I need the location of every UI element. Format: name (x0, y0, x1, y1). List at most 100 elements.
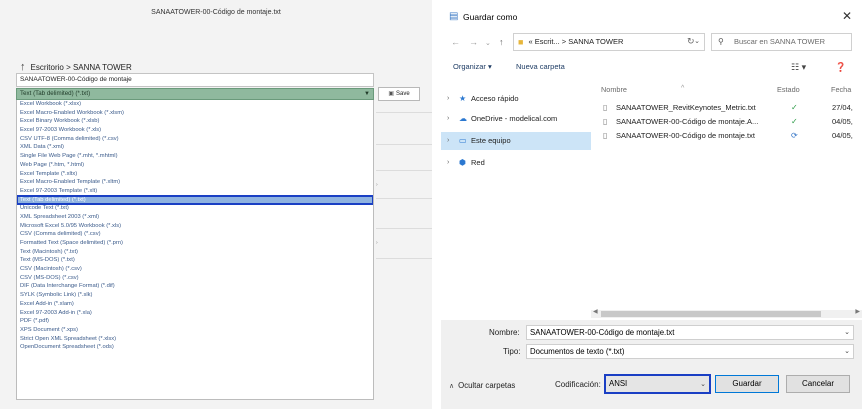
sync-pending-icon: ⟳ (791, 131, 798, 140)
filetype-option-selected[interactable]: Text (Tab delimited) (*.txt) (17, 194, 373, 206)
breadcrumb-path[interactable]: Escritorio > SANNA TOWER (31, 63, 132, 72)
filetype-option[interactable]: XML Spreadsheet 2003 (*.xml) (17, 213, 373, 222)
view-options-icon[interactable]: ☷ ▾ (791, 58, 806, 76)
filetype-dropdown-list[interactable]: Excel Workbook (*.xlsx) Excel Macro-Enabl… (16, 100, 374, 400)
column-status[interactable]: Estado (777, 85, 800, 94)
sort-indicator-icon: ^ (681, 85, 685, 92)
search-input[interactable]: ⚲ Buscar en SANNA TOWER (711, 33, 852, 51)
address-bar[interactable]: ■ « Escrit... > SANNA TOWER ⌄ (513, 33, 705, 51)
file-row[interactable]: ▯ SANAATOWER-00-Código de montaje.A... ✓ 04… (601, 115, 862, 129)
chevron-down-icon[interactable]: ⌄ (694, 34, 700, 50)
nav-item[interactable]: › ★ Acceso rápido (441, 90, 591, 108)
organize-button[interactable]: Organizar ▾ (453, 58, 492, 76)
excel-save-as-panel: SANAATOWER-00-Código de montaje.txt ↑ Es… (0, 0, 432, 409)
close-icon[interactable]: ✕ (842, 9, 852, 23)
filetype-option[interactable]: Excel Workbook (*.xlsx) (17, 100, 373, 109)
filetype-option[interactable]: SYLK (Symbolic Link) (*.slk) (17, 291, 373, 300)
chevron-down-icon[interactable]: ⌄ (700, 377, 706, 393)
filename-field[interactable]: SANAATOWER-00-Código de montaje.txt ⌄ (526, 325, 854, 340)
filetype-option[interactable]: Excel Binary Workbook (*.xlsb) (17, 117, 373, 126)
folder-icon: ■ (518, 37, 524, 47)
filename-input[interactable]: SANAATOWER-00-Código de montaje (16, 73, 374, 87)
nav-item[interactable]: › ⬢ Red (441, 154, 591, 172)
document-title: SANAATOWER-00-Código de montaje.txt (151, 9, 281, 16)
divider (376, 258, 432, 259)
refresh-icon[interactable]: ↻ (687, 36, 695, 47)
encoding-select[interactable]: ANSI ⌄ (604, 374, 711, 394)
filetype-option[interactable]: Excel Add-in (*.xlam) (17, 300, 373, 309)
dialog-title: Guardar como (463, 12, 518, 22)
save-button[interactable]: ▣ Save (378, 87, 420, 101)
filetype-option[interactable]: Single File Web Page (*.mht, *.mhtml) (17, 152, 373, 161)
horizontal-scrollbar[interactable]: ◀ ▶ (591, 308, 862, 318)
column-date[interactable]: Fecha (831, 85, 851, 94)
filetype-option[interactable]: XPS Document (*.xps) (17, 326, 373, 335)
save-as-dialog: ▤ Guardar como ✕ ← → ⌄ ↑ ■ « Escrit... >… (441, 0, 862, 409)
nav-item-label: Red (471, 158, 485, 167)
divider (376, 112, 432, 113)
nav-item-label: Este equipo (471, 136, 511, 145)
search-placeholder: Buscar en SANNA TOWER (734, 37, 826, 46)
text-file-icon: ▯ (603, 103, 608, 112)
overflow-mark: › (376, 240, 378, 246)
cloud-icon: ☁ (459, 114, 467, 123)
chevron-down-icon[interactable]: ⌄ (844, 326, 850, 339)
forward-arrow-icon[interactable]: → (469, 37, 478, 47)
help-icon[interactable]: ❓ (835, 58, 846, 76)
filetype-option[interactable]: Unicode Text (*.txt) (17, 204, 373, 213)
up-arrow-icon[interactable]: ↑ (499, 37, 504, 47)
filetype-option[interactable]: Microsoft Excel 5.0/95 Workbook (*.xls) (17, 222, 373, 231)
filetype-option[interactable]: Excel 97-2003 Workbook (*.xls) (17, 126, 373, 135)
filetype-option[interactable]: CSV (MS-DOS) (*.csv) (17, 274, 373, 283)
chevron-right-icon[interactable]: › (447, 132, 449, 150)
title-bar: ▤ Guardar como ✕ (441, 0, 862, 32)
filetype-option[interactable]: DIF (Data Interchange Format) (*.dif) (17, 282, 373, 291)
search-icon: ⚲ (718, 37, 724, 46)
filetype-option[interactable]: OpenDocument Spreadsheet (*.ods) (17, 343, 373, 352)
chevron-right-icon[interactable]: › (447, 154, 449, 172)
column-name[interactable]: Nombre (601, 85, 627, 94)
arrow-up-icon[interactable]: ↑ (20, 61, 26, 73)
type-select[interactable]: Documentos de texto (*.txt) ⌄ (526, 344, 854, 359)
scroll-left-icon[interactable]: ◀ (593, 308, 598, 315)
address-path: « Escrit... > SANNA TOWER (528, 37, 624, 46)
filetype-option[interactable]: Excel Macro-Enabled Workbook (*.xlsm) (17, 109, 373, 118)
filetype-option[interactable]: Formatted Text (Space delimited) (*.prn) (17, 239, 373, 248)
filetype-select[interactable]: Text (Tab delimited) (*.txt) ▼ (16, 88, 374, 100)
hide-folders-button[interactable]: ∧ Ocultar carpetas (449, 381, 515, 390)
filetype-option[interactable]: Excel 97-2003 Add-in (*.xla) (17, 309, 373, 318)
nav-item-label: OneDrive - modelical.com (471, 114, 558, 123)
filetype-option[interactable]: Excel 97-2003 Template (*.xlt) (17, 187, 373, 196)
text-file-icon: ▯ (603, 131, 608, 140)
filetype-option[interactable]: CSV UTF-8 (Comma delimited) (*.csv) (17, 135, 373, 144)
cancelar-button[interactable]: Cancelar (786, 375, 850, 393)
file-row[interactable]: ▯ SANAATOWER_RevitKeynotes_Metric.txt ✓ 27/… (601, 101, 862, 115)
chevron-down-icon: ▼ (364, 91, 370, 97)
scroll-right-icon[interactable]: ▶ (855, 308, 860, 315)
filetype-option[interactable]: XML Data (*.xml) (17, 143, 373, 152)
chevron-right-icon[interactable]: › (447, 110, 449, 128)
chevron-right-icon[interactable]: › (447, 90, 449, 108)
chevron-down-icon[interactable]: ⌄ (844, 345, 850, 358)
nav-item[interactable]: › ☁ OneDrive - modelical.com (441, 110, 591, 128)
filetype-option[interactable]: Web Page (*.htm, *.html) (17, 161, 373, 170)
filetype-option[interactable]: Text (Macintosh) (*.txt) (17, 248, 373, 257)
scroll-thumb[interactable] (601, 311, 821, 317)
new-folder-button[interactable]: Nueva carpeta (516, 58, 565, 76)
back-arrow-icon[interactable]: ← (451, 37, 460, 47)
file-row[interactable]: ▯ SANAATOWER-00-Código de montaje.txt ⟳ 04/… (601, 129, 862, 143)
filetype-option[interactable]: PDF (*.pdf) (17, 317, 373, 326)
filetype-option[interactable]: Excel Template (*.xltx) (17, 170, 373, 179)
nav-item-label: Acceso rápido (471, 94, 519, 103)
navigation-pane: › ★ Acceso rápido › ☁ OneDrive - modelical.co… (441, 86, 591, 306)
breadcrumb[interactable]: ↑ Escritorio > SANNA TOWER (20, 61, 132, 73)
guardar-button[interactable]: Guardar (715, 375, 779, 393)
filetype-option[interactable]: CSV (Comma delimited) (*.csv) (17, 230, 373, 239)
nav-item[interactable]: › ▭ Este equipo (441, 132, 591, 150)
filetype-option[interactable]: Strict Open XML Spreadsheet (*.xlsx) (17, 335, 373, 344)
recent-chevron-icon[interactable]: ⌄ (485, 39, 491, 47)
filetype-option[interactable]: CSV (Macintosh) (*.csv) (17, 265, 373, 274)
filetype-option[interactable]: Text (MS-DOS) (*.txt) (17, 256, 373, 265)
filetype-option[interactable]: Excel Macro-Enabled Template (*.xltm) (17, 178, 373, 187)
divider (376, 170, 432, 171)
